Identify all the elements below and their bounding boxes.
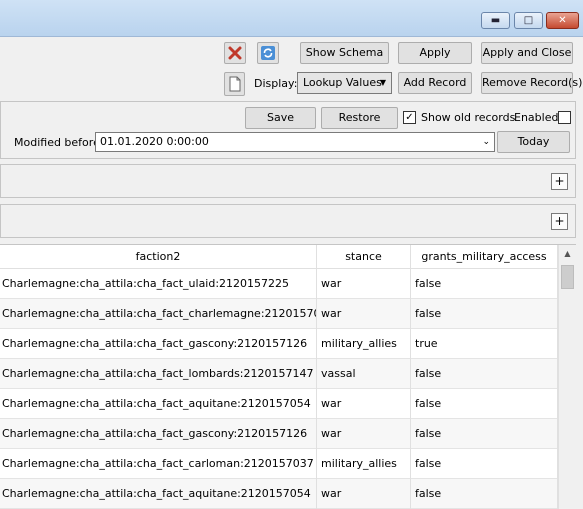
cell-grants-military-access[interactable]: false [411, 359, 558, 389]
collapsed-group-1: + [0, 164, 576, 198]
display-label: Display: [254, 77, 298, 90]
enabled-checkbox[interactable] [558, 111, 571, 124]
show-old-records-label: Show old records [421, 111, 516, 124]
x-icon [228, 46, 242, 60]
title-bar: ▬ □ ✕ [0, 0, 583, 37]
cell-grants-military-access[interactable]: false [411, 299, 558, 329]
cell-grants-military-access[interactable]: false [411, 269, 558, 299]
delete-button[interactable] [224, 42, 246, 64]
scroll-up-icon[interactable]: ▲ [559, 245, 576, 262]
table-header: faction2 stance grants_military_access [0, 245, 558, 269]
minimize-button[interactable]: ▬ [481, 12, 510, 29]
refresh-icon [261, 46, 275, 60]
cell-stance[interactable]: war [317, 269, 411, 299]
column-header-faction2[interactable]: faction2 [0, 245, 317, 269]
table-row[interactable]: Charlemagne:cha_attila:cha_fact_aquitane… [0, 389, 558, 419]
display-select-value: Lookup Values [303, 76, 382, 89]
table-row[interactable]: Charlemagne:cha_attila:cha_fact_carloman… [0, 449, 558, 479]
cell-faction2[interactable]: Charlemagne:cha_attila:cha_fact_aquitane… [0, 389, 317, 419]
refresh-button[interactable] [257, 42, 279, 64]
cell-faction2[interactable]: Charlemagne:cha_attila:cha_fact_charlema… [0, 299, 317, 329]
cell-faction2[interactable]: Charlemagne:cha_attila:cha_fact_ulaid:21… [0, 269, 317, 299]
cell-faction2[interactable]: Charlemagne:cha_attila:cha_fact_gascony:… [0, 329, 317, 359]
cell-grants-military-access[interactable]: false [411, 419, 558, 449]
cell-stance[interactable]: war [317, 479, 411, 509]
add-record-button[interactable]: Add Record [398, 72, 472, 94]
records-table: faction2 stance grants_military_access C… [0, 244, 576, 509]
cell-faction2[interactable]: Charlemagne:cha_attila:cha_fact_aquitane… [0, 479, 317, 509]
chevron-down-icon: ▼ [379, 78, 386, 87]
modified-before-value: 01.01.2020 0:00:00 [100, 135, 209, 148]
display-select[interactable]: Lookup Values ▼ [297, 72, 392, 94]
table-row[interactable]: Charlemagne:cha_attila:cha_fact_aquitane… [0, 479, 558, 509]
column-header-stance[interactable]: stance [317, 245, 411, 269]
document-button[interactable] [224, 72, 245, 96]
close-window-button[interactable]: ✕ [546, 12, 579, 29]
cell-grants-military-access[interactable]: false [411, 479, 558, 509]
cell-stance[interactable]: war [317, 419, 411, 449]
cell-stance[interactable]: war [317, 389, 411, 419]
cell-grants-military-access[interactable]: false [411, 389, 558, 419]
cell-stance[interactable]: military_allies [317, 449, 411, 479]
expand-button[interactable]: + [551, 173, 568, 190]
column-header-grants-military-access[interactable]: grants_military_access [411, 245, 558, 269]
remove-records-button[interactable]: Remove Record(s) [481, 72, 582, 94]
table-row[interactable]: Charlemagne:cha_attila:cha_fact_gascony:… [0, 419, 558, 449]
save-button[interactable]: Save [245, 107, 316, 129]
restore-button[interactable]: Restore [321, 107, 398, 129]
maximize-button[interactable]: □ [514, 12, 543, 29]
table-row[interactable]: Charlemagne:cha_attila:cha_fact_lombards… [0, 359, 558, 389]
apply-button[interactable]: Apply [398, 42, 472, 64]
table-row[interactable]: Charlemagne:cha_attila:cha_fact_gascony:… [0, 329, 558, 359]
table-row[interactable]: Charlemagne:cha_attila:cha_fact_charlema… [0, 299, 558, 329]
show-schema-button[interactable]: Show Schema [300, 42, 389, 64]
table-row[interactable]: Charlemagne:cha_attila:cha_fact_ulaid:21… [0, 269, 558, 299]
cell-faction2[interactable]: Charlemagne:cha_attila:cha_fact_carloman… [0, 449, 317, 479]
chevron-down-icon: ⌄ [482, 137, 490, 147]
cell-stance[interactable]: vassal [317, 359, 411, 389]
cell-faction2[interactable]: Charlemagne:cha_attila:cha_fact_gascony:… [0, 419, 317, 449]
show-old-records-checkbox[interactable]: ✓ [403, 111, 416, 124]
collapsed-group-2: + [0, 204, 576, 238]
modified-before-input[interactable]: 01.01.2020 0:00:00 ⌄ [95, 132, 495, 152]
scroll-thumb[interactable] [561, 265, 574, 289]
modified-before-label: Modified before: [14, 136, 104, 149]
cell-grants-military-access[interactable]: true [411, 329, 558, 359]
cell-grants-military-access[interactable]: false [411, 449, 558, 479]
enabled-label: Enabled [514, 111, 559, 124]
cell-stance[interactable]: military_allies [317, 329, 411, 359]
document-icon [229, 76, 240, 92]
vertical-scrollbar[interactable]: ▲ [558, 245, 576, 509]
today-button[interactable]: Today [497, 131, 570, 153]
cell-faction2[interactable]: Charlemagne:cha_attila:cha_fact_lombards… [0, 359, 317, 389]
cell-stance[interactable]: war [317, 299, 411, 329]
expand-button[interactable]: + [551, 213, 568, 230]
apply-and-close-button[interactable]: Apply and Close [481, 42, 573, 64]
